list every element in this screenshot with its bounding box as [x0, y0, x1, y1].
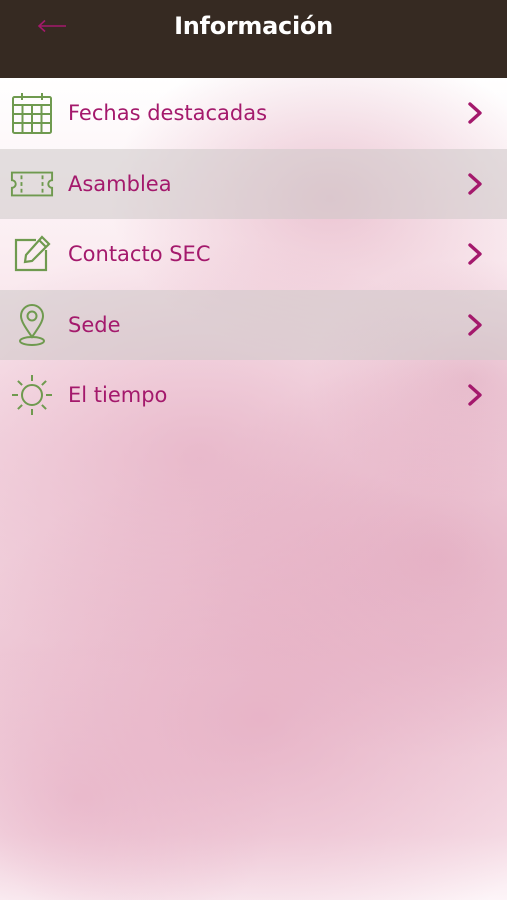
menu-item-contacto-sec[interactable]: Contacto SEC — [0, 219, 507, 290]
menu-item-label: Asamblea — [68, 171, 172, 196]
page-title: Información — [174, 12, 333, 40]
menu-item-fechas-destacadas[interactable]: Fechas destacadas — [0, 78, 507, 149]
calendar-icon — [10, 91, 54, 135]
chevron-right-icon — [468, 384, 482, 406]
chevron-right-icon — [468, 102, 482, 124]
menu-item-el-tiempo[interactable]: El tiempo — [0, 360, 507, 431]
chevron-right-icon — [468, 314, 482, 336]
sun-icon — [10, 373, 54, 417]
menu-item-sede[interactable]: Sede — [0, 289, 507, 360]
chevron-right-icon — [468, 173, 482, 195]
edit-icon — [10, 232, 54, 276]
location-pin-icon — [10, 303, 54, 347]
menu-item-label: Fechas destacadas — [68, 101, 268, 126]
menu-item-label: Contacto SEC — [68, 242, 211, 267]
chevron-right-icon — [468, 243, 482, 265]
menu-item-label: Sede — [68, 312, 121, 337]
top-app-bar: Información — [0, 0, 507, 78]
menu-item-label: El tiempo — [68, 383, 168, 408]
menu-item-asamblea[interactable]: Asamblea — [0, 148, 507, 219]
info-menu: Fechas destacadas Asamblea Contacto SEC … — [0, 78, 507, 431]
ticket-icon — [10, 162, 54, 206]
